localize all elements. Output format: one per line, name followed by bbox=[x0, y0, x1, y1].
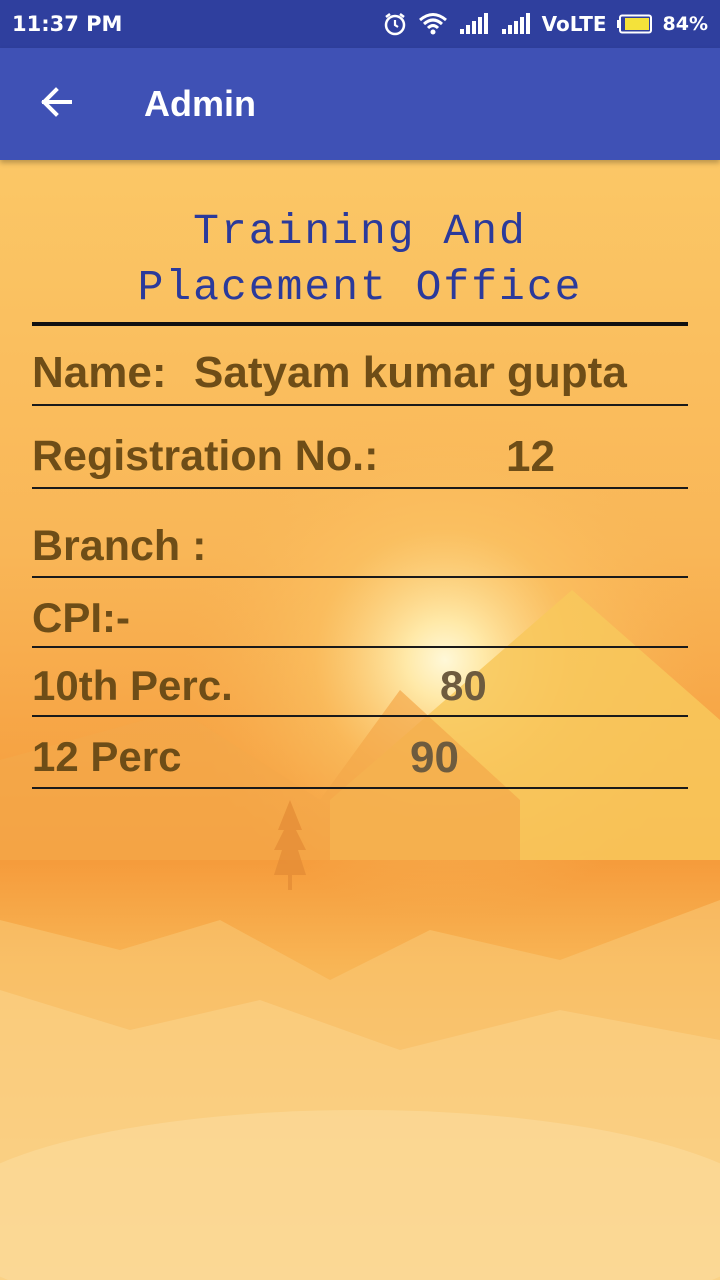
signal-icon bbox=[458, 13, 490, 35]
status-time: 11:37 PM bbox=[12, 12, 123, 36]
wifi-icon bbox=[418, 12, 448, 36]
name-value: Satyam kumar gupta bbox=[194, 348, 627, 397]
twelfth-value: 90 bbox=[410, 733, 459, 782]
tenth-value: 80 bbox=[440, 662, 487, 709]
battery-icon bbox=[616, 14, 653, 34]
twelfth-row: 12 Perc 90 bbox=[32, 717, 688, 789]
battery-percent: 84% bbox=[662, 13, 708, 35]
back-button[interactable] bbox=[0, 48, 112, 160]
office-title-line2: Placement Office bbox=[137, 263, 583, 312]
cpi-row: CPI:- bbox=[32, 578, 688, 648]
office-title: Training And Placement Office bbox=[0, 204, 720, 316]
tenth-label: 10th Perc. bbox=[32, 662, 233, 709]
registration-label: Registration No.: bbox=[32, 432, 379, 480]
arrow-left-icon bbox=[38, 84, 74, 125]
tenth-row: 10th Perc. 80 bbox=[32, 648, 688, 717]
signal-icon bbox=[500, 13, 532, 35]
network-type: VoLTE bbox=[541, 12, 607, 36]
cpi-label: CPI:- bbox=[32, 594, 130, 641]
branch-row: Branch : bbox=[32, 489, 688, 578]
registration-row: Registration No.: 12 bbox=[32, 406, 688, 489]
registration-value: 12 bbox=[506, 432, 555, 481]
status-icons: VoLTE 84% bbox=[382, 11, 708, 37]
name-label: Name: bbox=[32, 348, 167, 397]
profile-panel: Training And Placement Office Name: Saty… bbox=[0, 160, 720, 1280]
twelfth-label: 12 Perc bbox=[32, 733, 182, 780]
status-bar: 11:37 PM VoLTE 84% bbox=[0, 0, 720, 48]
name-row: Name: Satyam kumar gupta bbox=[32, 326, 688, 406]
office-title-line1: Training And bbox=[193, 207, 527, 256]
app-bar: Admin bbox=[0, 48, 720, 160]
alarm-icon bbox=[382, 11, 408, 37]
page-title: Admin bbox=[144, 83, 256, 124]
branch-label: Branch : bbox=[32, 522, 207, 570]
